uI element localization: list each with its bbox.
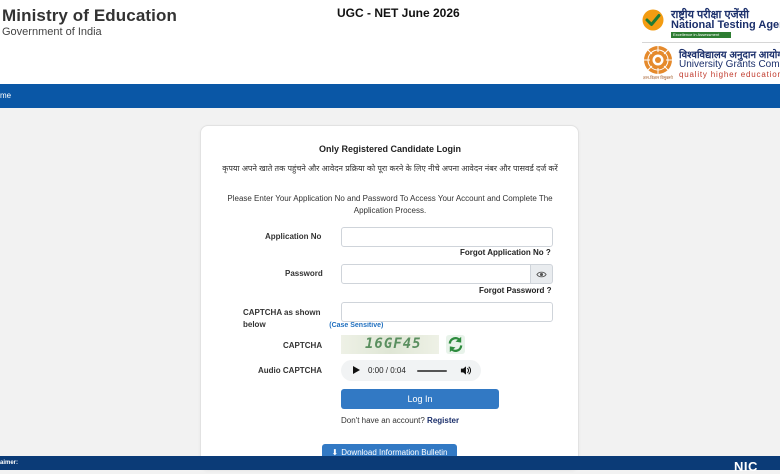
application-no-label: Application No (265, 232, 322, 241)
site-footer: aimer: NIC (0, 456, 780, 474)
no-account-text: Don't have an account? (341, 416, 425, 425)
nav-bar: me (0, 84, 780, 108)
captcha-input[interactable] (341, 302, 553, 322)
forgot-application-link[interactable]: Forgot Application No ? (460, 248, 551, 257)
audio-time: 0:00 / 0:04 (368, 366, 406, 375)
captcha-label: CAPTCHA (283, 341, 323, 350)
ugc-tagline: quality higher education (679, 70, 780, 79)
ministry-subtitle: Government of India (2, 26, 102, 38)
login-button[interactable]: Log In (341, 389, 499, 409)
password-input[interactable] (341, 264, 531, 284)
eye-icon (536, 271, 547, 278)
register-prompt: Don't have an account? Register (341, 416, 459, 425)
nta-logo-icon (642, 9, 664, 31)
case-sensitive-note: (Case Sensitive) (329, 322, 384, 329)
play-icon[interactable] (353, 366, 360, 374)
register-link[interactable]: Register (427, 416, 459, 425)
show-password-button[interactable] (530, 264, 553, 284)
audio-captcha-player[interactable]: 0:00 / 0:04 (341, 360, 481, 381)
hindi-instruction: कृपया अपने खाते तक पहुंचने और आवेदन प्रक… (222, 164, 558, 173)
forgot-password-link[interactable]: Forgot Password ? (479, 286, 551, 295)
refresh-icon[interactable] (446, 335, 465, 354)
logo-divider (642, 42, 780, 43)
volume-icon[interactable] (460, 365, 471, 376)
login-title: Only Registered Candidate Login (318, 144, 462, 154)
site-header: Ministry of Education Government of Indi… (0, 0, 780, 84)
audio-progress-bar[interactable] (417, 370, 447, 372)
audio-captcha-label: Audio CAPTCHA (258, 366, 322, 375)
nav-home-link[interactable]: me (0, 91, 11, 100)
application-no-input[interactable] (341, 227, 553, 247)
ugc-emblem-icon (644, 46, 672, 74)
ugc-english-name: University Grants Commission (679, 59, 780, 70)
nta-english-name: National Testing Agency (671, 19, 780, 31)
nic-logo: NIC (734, 459, 758, 474)
captcha-image: 16GF45 (341, 335, 439, 354)
exam-title: UGC - NET June 2026 (337, 6, 460, 20)
password-label: Password (285, 269, 323, 278)
ministry-title: Ministry of Education (2, 6, 177, 25)
captcha-input-label: CAPTCHA as shown below (243, 308, 321, 329)
english-instruction: Please Enter Your Application No and Pas… (227, 194, 553, 215)
disclaimer-label: aimer: (0, 460, 19, 466)
ugc-logo-caption: ज्ञान-विज्ञान विमुक्तये (643, 75, 673, 80)
nta-tagline: Excellence in Assessment (671, 32, 731, 38)
